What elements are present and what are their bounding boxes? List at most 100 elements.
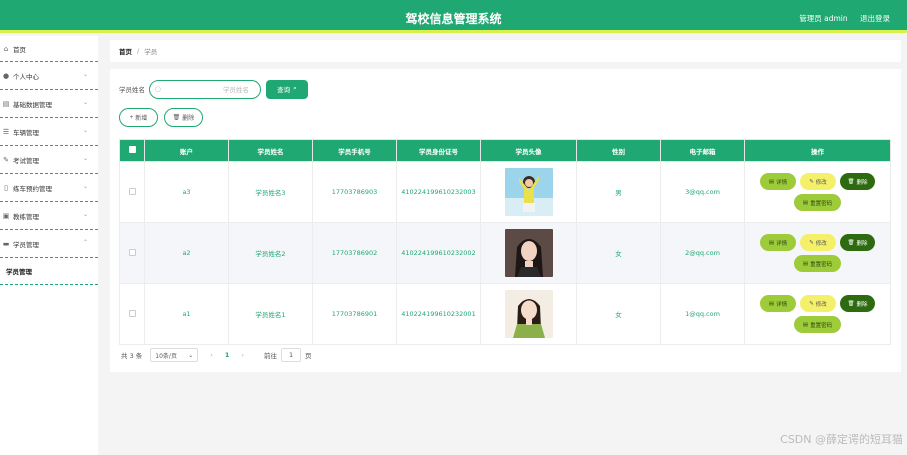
column-header: 学员头像 xyxy=(480,139,577,162)
edit-button[interactable]: ✎ 修改 xyxy=(800,295,836,312)
table-header-row: 账户 学员姓名 学员手机号 学员身份证号 学员头像 性别 电子邮箱 操作 xyxy=(119,139,891,162)
sliders-icon: ☰ xyxy=(2,127,10,136)
action-row: + 新增 🗑 删除 xyxy=(119,108,203,127)
detail-button[interactable]: ▤ 详情 xyxy=(760,295,796,312)
goto-page-input[interactable]: 1 xyxy=(281,348,302,362)
cell-email: 1@qq.com xyxy=(660,283,745,345)
sidebar-item-label: 考试管理 xyxy=(13,156,39,165)
user-area: 管理员 admin 退出登录 xyxy=(789,13,890,24)
reset-icon: ▤ xyxy=(802,260,809,267)
row-actions: ▤ 详情 ✎ 修改 🗑 删除 ▤ 重置密码 xyxy=(745,295,890,333)
page-size-value: 10条/页 xyxy=(155,352,177,360)
sidebar-item-base-data[interactable]: ▤ 基础数据管理 ⌄ xyxy=(0,90,98,118)
search-icon: ⌕ xyxy=(293,85,297,92)
row-checkbox[interactable] xyxy=(128,248,136,256)
cell-email: 2@qq.com xyxy=(660,222,745,284)
sidebar-item-label: 学员管理 xyxy=(13,240,39,249)
trash-icon: 🗑 xyxy=(847,300,855,307)
cell-name: 学员姓名3 xyxy=(228,161,313,223)
edit-icon: ✎ xyxy=(809,239,814,246)
image-icon: ▣ xyxy=(2,211,10,220)
search-row: 学员姓名 ○ 查询 ⌕ xyxy=(119,79,308,99)
cell-id-card: 410224199610232001 xyxy=(396,283,481,345)
select-all-checkbox[interactable] xyxy=(128,146,136,153)
edit-button[interactable]: ✎ 修改 xyxy=(800,173,836,190)
cell-phone: 17703786902 xyxy=(312,222,397,284)
prev-page-button[interactable]: ‹ xyxy=(210,351,213,359)
delete-button[interactable]: 🗑 删除 xyxy=(840,234,875,251)
delete-button[interactable]: 🗑 删除 xyxy=(840,173,875,190)
sidebar-item-exams[interactable]: ✎ 考试管理 ⌄ xyxy=(0,146,98,174)
sidebar-item-label: 教练管理 xyxy=(13,212,39,221)
sidebar-item-home[interactable]: ⌂ 首页 xyxy=(0,36,98,62)
pagination: 共 3 条 10条/页 ⌄ ‹ 1 › 前往 1 页 xyxy=(121,348,312,362)
column-header: 账户 xyxy=(144,139,229,162)
trash-icon: 🗑 xyxy=(847,239,855,246)
add-button-label: 新增 xyxy=(135,116,148,122)
chevron-up-icon: ⌃ xyxy=(82,239,88,246)
column-header: 学员手机号 xyxy=(312,139,397,162)
chevron-down-icon: ⌄ xyxy=(82,71,88,78)
batch-delete-button[interactable]: 🗑 删除 xyxy=(164,108,203,127)
logout-link[interactable]: 退出登录 xyxy=(860,14,890,23)
user-icon: ● xyxy=(2,71,10,80)
sidebar-item-coaches[interactable]: ▣ 教练管理 ⌄ xyxy=(0,202,98,230)
detail-icon: ▤ xyxy=(768,300,775,307)
cell-name: 学员姓名1 xyxy=(228,283,313,345)
sidebar-item-vehicles[interactable]: ☰ 车辆管理 ⌄ xyxy=(0,118,98,146)
sidebar-subitem-student-management[interactable]: 学员管理 xyxy=(0,258,98,285)
phone-icon: ▯ xyxy=(4,183,8,192)
row-checkbox[interactable] xyxy=(128,187,136,195)
cell-phone: 17703786901 xyxy=(312,283,397,345)
cell-gender: 女 xyxy=(576,222,661,284)
column-header: 性别 xyxy=(576,139,661,162)
delete-button[interactable]: 🗑 删除 xyxy=(840,295,875,312)
cell-email: 3@qq.com xyxy=(660,161,745,223)
table-row: a1 学员姓名1 17703786901 410224199610232001 xyxy=(119,283,891,345)
breadcrumb-current: 学员 xyxy=(144,48,158,56)
page-number-current[interactable]: 1 xyxy=(225,351,230,359)
table-row: a2 学员姓名2 17703786902 410224199610232002 xyxy=(119,222,891,284)
query-button[interactable]: 查询 ⌕ xyxy=(266,79,308,99)
trash-icon: 🗑 xyxy=(172,115,181,121)
student-avatar xyxy=(504,168,553,216)
cell-name: 学员姓名2 xyxy=(228,222,313,284)
page-size-select[interactable]: 10条/页 ⌄ xyxy=(150,348,199,362)
chevron-down-icon: ⌄ xyxy=(188,351,194,359)
sidebar-item-label: 车辆管理 xyxy=(13,128,39,137)
breadcrumb: 首页 / 学员 xyxy=(110,40,901,62)
cell-gender: 女 xyxy=(576,283,661,345)
add-button[interactable]: + 新增 xyxy=(119,108,158,127)
table-row: a3 学员姓名3 17703786903 410224199610232003 xyxy=(119,161,891,223)
search-field[interactable]: ○ xyxy=(149,79,261,99)
row-checkbox[interactable] xyxy=(128,309,136,317)
header-select-all[interactable] xyxy=(119,139,145,162)
detail-button[interactable]: ▤ 详情 xyxy=(760,173,796,190)
reset-password-button[interactable]: ▤ 重置密码 xyxy=(794,255,841,272)
reset-password-button[interactable]: ▤ 重置密码 xyxy=(794,194,841,211)
edit-button[interactable]: ✎ 修改 xyxy=(800,234,836,251)
next-page-button[interactable]: › xyxy=(241,351,244,359)
total-count: 共 3 条 xyxy=(121,352,143,360)
top-bar: 驾校信息管理系统 管理员 admin 退出登录 xyxy=(0,0,907,33)
sidebar-item-booking[interactable]: ▯ 练车预约管理 ⌄ xyxy=(0,174,98,202)
row-actions: ▤ 详情 ✎ 修改 🗑 删除 ▤ 重置密码 xyxy=(745,173,890,211)
breadcrumb-home[interactable]: 首页 xyxy=(119,46,132,56)
detail-button[interactable]: ▤ 详情 xyxy=(760,234,796,251)
sidebar-item-profile[interactable]: ● 个人中心 ⌄ xyxy=(0,62,98,90)
exam-icon: ✎ xyxy=(3,155,9,164)
column-header: 学员姓名 xyxy=(228,139,313,162)
edit-icon: ✎ xyxy=(809,300,814,307)
chevron-down-icon: ⌄ xyxy=(82,99,88,106)
sidebar-item-label: 个人中心 xyxy=(13,72,39,81)
sidebar-item-students[interactable]: ▬ 学员管理 ⌃ xyxy=(0,230,98,258)
edit-icon: ✎ xyxy=(809,178,814,185)
plus-icon: + xyxy=(129,114,134,121)
cell-phone: 17703786903 xyxy=(312,161,397,223)
page-unit-label: 页 xyxy=(305,352,312,360)
detail-icon: ▤ xyxy=(768,239,775,246)
search-label: 学员姓名 xyxy=(119,86,145,94)
reset-password-button[interactable]: ▤ 重置密码 xyxy=(794,316,841,333)
search-input[interactable] xyxy=(170,82,255,97)
sidebar-item-label: 首页 xyxy=(13,45,26,54)
